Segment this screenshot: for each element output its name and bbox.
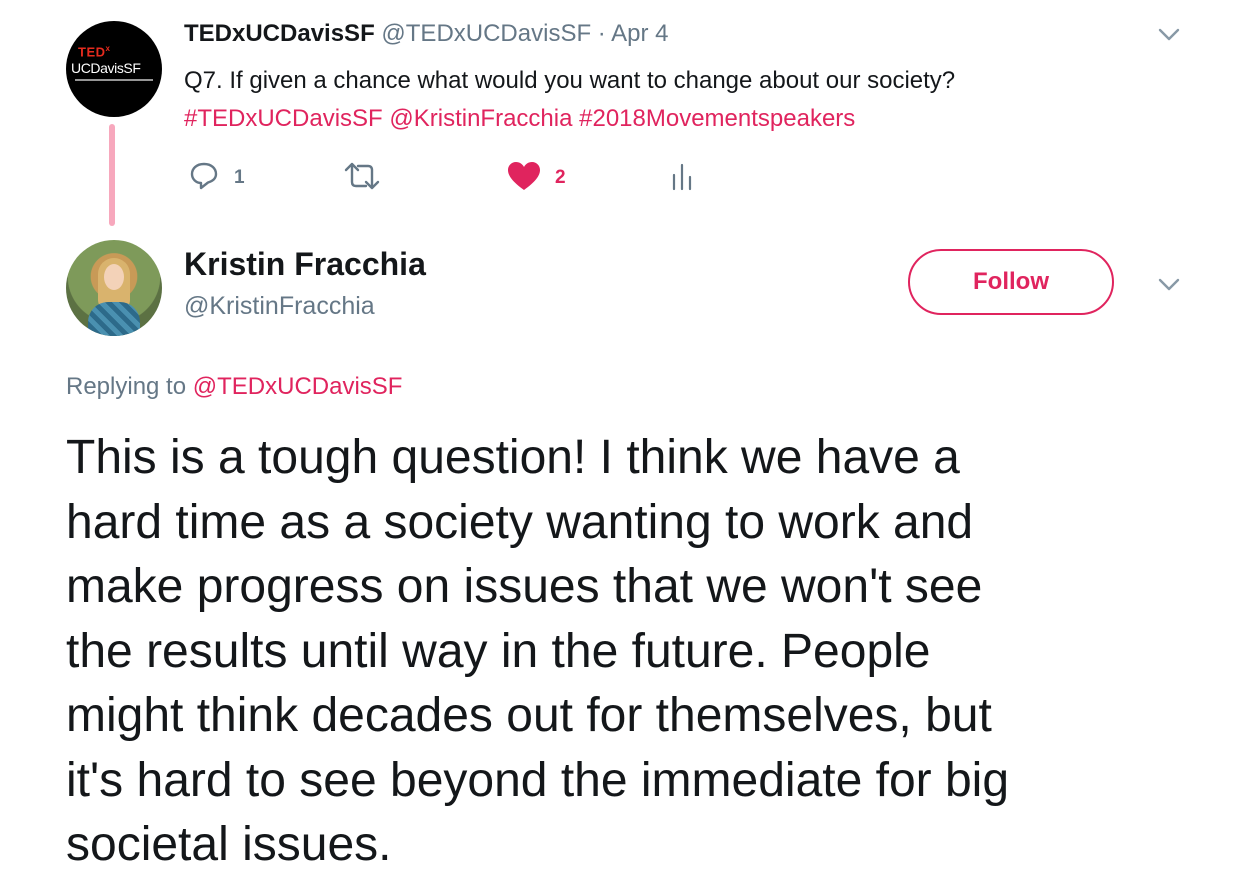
- tweet-text-line: it's hard to see beyond the immediate fo…: [66, 753, 1010, 807]
- like-button[interactable]: 2: [507, 161, 566, 196]
- tweet-text-line: might think decades out for themselves, …: [66, 689, 992, 742]
- parent-tweet-date[interactable]: Apr 4: [611, 20, 668, 47]
- retweet-button[interactable]: [342, 162, 382, 194]
- tweet-text-line: hard time as a society wanting to work a…: [66, 495, 974, 549]
- parent-tweet-header: TEDxUCDavisSF @TEDxUCDavisSF · Apr 4: [184, 20, 669, 48]
- reply-icon: [188, 160, 220, 197]
- parent-tweet-question: Q7. If given a chance what would you wan…: [184, 67, 956, 94]
- author-avatar[interactable]: [66, 240, 162, 336]
- hashtag-link[interactable]: #2018Movementspeakers: [579, 105, 855, 132]
- chevron-down-icon[interactable]: [1158, 278, 1180, 292]
- replying-to-context: Replying to @TEDxUCDavisSF: [66, 373, 402, 401]
- heart-icon: [507, 161, 541, 196]
- parent-tweet-text: Q7. If given a chance what would you wan…: [184, 62, 955, 138]
- chevron-down-icon[interactable]: [1158, 28, 1180, 42]
- replying-to-label: Replying to: [66, 373, 187, 400]
- thread-connector: [109, 124, 115, 226]
- tedx-avatar[interactable]: TEDx UCDavisSF: [66, 21, 162, 117]
- tweet-text-line: This is a tough question! I think we hav…: [66, 431, 960, 484]
- tweet-text-line: the results until way in the future. Peo…: [66, 624, 931, 678]
- reply-count: 1: [234, 167, 245, 188]
- parent-author-name[interactable]: TEDxUCDavisSF: [184, 20, 375, 47]
- avatar-logo-ted: TEDx: [78, 44, 111, 60]
- analytics-button[interactable]: [670, 162, 696, 194]
- parent-tweet-links: #TEDxUCDavisSF @KristinFracchia #2018Mov…: [184, 100, 955, 138]
- parent-author-handle[interactable]: @TEDxUCDavisSF: [381, 20, 591, 47]
- reply-tweet-text: This is a tough question! I think we hav…: [66, 426, 1186, 878]
- hashtag-link[interactable]: #TEDxUCDavisSF: [184, 105, 383, 132]
- replying-to-handle[interactable]: @TEDxUCDavisSF: [193, 373, 403, 400]
- like-count: 2: [555, 167, 566, 188]
- follow-button[interactable]: Follow: [908, 249, 1114, 315]
- reply-button[interactable]: 1: [188, 162, 245, 194]
- avatar-logo-tagline: [75, 79, 153, 81]
- tweet-text-line: societal issues.: [66, 818, 392, 871]
- mention-link[interactable]: @KristinFracchia: [389, 105, 572, 132]
- analytics-icon: [670, 161, 696, 196]
- reply-author-name[interactable]: Kristin Fracchia: [184, 246, 426, 283]
- reply-author-handle[interactable]: @KristinFracchia: [184, 292, 375, 321]
- header-separator: ·: [597, 20, 606, 47]
- avatar-logo-text: UCDavisSF: [71, 60, 141, 76]
- retweet-icon: [342, 160, 382, 197]
- tweet-text-line: make progress on issues that we won't se…: [66, 560, 983, 613]
